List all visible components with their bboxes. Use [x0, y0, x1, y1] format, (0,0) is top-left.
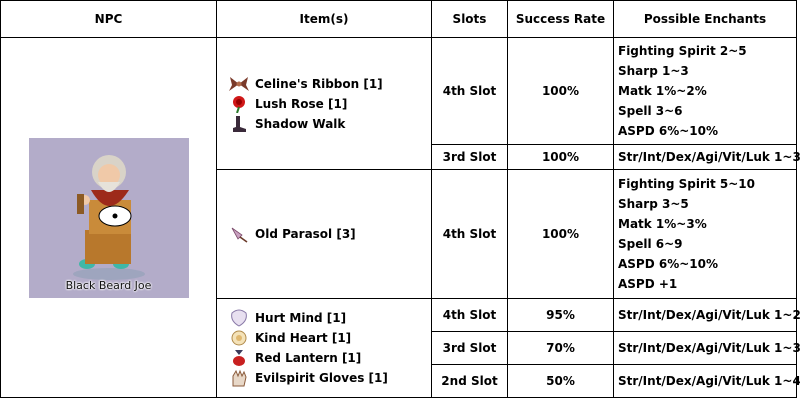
success-rate-cell: 100% — [507, 169, 614, 299]
enchants-cell: Str/Int/Dex/Agi/Vit/Luk 1~3 — [613, 331, 800, 365]
slot-cell: 3rd Slot — [431, 331, 508, 365]
item-name: Old Parasol [3] — [255, 227, 356, 241]
success-rate-cell: 100% — [507, 144, 614, 170]
list-item: Red Lantern [1] — [227, 348, 431, 368]
enchants-cell: Str/Int/Dex/Agi/Vit/Luk 1~2 — [613, 298, 800, 332]
npc-name-label: Black Beard Joe — [65, 278, 152, 292]
enchants-cell: Str/Int/Dex/Agi/Vit/Luk 1~3 — [613, 144, 800, 170]
item-name: Evilspirit Gloves [1] — [255, 371, 388, 385]
success-rate-cell: 100% — [507, 37, 614, 145]
success-rate-cell: 70% — [507, 331, 614, 365]
enchant-option: ASPD +1 — [618, 277, 678, 291]
npc-portrait: Black Beard Joe — [28, 137, 189, 298]
items-cell: Old Parasol [3] — [216, 169, 432, 299]
enchant-option: Fighting Spirit 2~5 — [618, 44, 747, 58]
enchants-cell: Fighting Spirit 2~5 Sharp 1~3 Matk 1%~2%… — [613, 37, 797, 145]
success-rate-cell: 50% — [507, 364, 614, 398]
enchant-option: Str/Int/Dex/Agi/Vit/Luk 1~2 — [618, 308, 800, 322]
header-possible-enchants: Possible Enchants — [613, 0, 797, 38]
hurt-mind-icon — [227, 308, 251, 328]
list-item: Evilspirit Gloves [1] — [227, 368, 431, 388]
header-npc: NPC — [0, 0, 217, 38]
table-row: Black Beard Joe Celine's Ribbon [1] Lush… — [0, 37, 797, 398]
enchants-cell: Fighting Spirit 5~10 Sharp 3~5 Matk 1%~3… — [613, 169, 797, 299]
item-name: Red Lantern [1] — [255, 351, 362, 365]
list-item: Kind Heart [1] — [227, 328, 431, 348]
success-rate-cell: 95% — [507, 298, 614, 332]
items-cell: Celine's Ribbon [1] Lush Rose [1] Shadow… — [216, 37, 432, 170]
list-item: Shadow Walk — [227, 114, 431, 134]
item-name: Hurt Mind [1] — [255, 311, 347, 325]
list-item: Celine's Ribbon [1] — [227, 74, 431, 94]
header-success-rate: Success Rate — [507, 0, 614, 38]
red-lantern-icon — [227, 348, 251, 368]
enchant-option: Str/Int/Dex/Agi/Vit/Luk 1~3 — [618, 150, 800, 164]
enchant-option: Matk 1%~2% — [618, 84, 707, 98]
shadow-walk-icon — [227, 114, 251, 134]
enchants-cell: Str/Int/Dex/Agi/Vit/Luk 1~4 — [613, 364, 800, 398]
items-cell: Hurt Mind [1] Kind Heart [1] Red Lantern… — [216, 298, 432, 398]
npc-cell: Black Beard Joe — [0, 37, 217, 398]
list-item: Lush Rose [1] — [227, 94, 431, 114]
enchant-option: Matk 1%~3% — [618, 217, 707, 231]
rose-icon — [227, 94, 251, 114]
list-item: Hurt Mind [1] — [227, 308, 431, 328]
item-name: Kind Heart [1] — [255, 331, 352, 345]
enchant-table: NPC Item(s) Slots Success Rate Possible … — [0, 0, 800, 398]
enchant-option: Sharp 1~3 — [618, 64, 689, 78]
header-row: NPC Item(s) Slots Success Rate Possible … — [0, 0, 797, 38]
enchant-option: ASPD 6%~10% — [618, 124, 719, 138]
enchant-option: Str/Int/Dex/Agi/Vit/Luk 1~3 — [618, 341, 800, 355]
enchant-option: Spell 3~6 — [618, 104, 683, 118]
slot-cell: 4th Slot — [431, 37, 508, 145]
evilspirit-gloves-icon — [227, 368, 251, 388]
header-items: Item(s) — [216, 0, 432, 38]
slot-cell: 2nd Slot — [431, 364, 508, 398]
slot-cell: 4th Slot — [431, 298, 508, 332]
slot-cell: 4th Slot — [431, 169, 508, 299]
header-slots: Slots — [431, 0, 508, 38]
item-name: Celine's Ribbon [1] — [255, 76, 383, 91]
list-item: Old Parasol [3] — [227, 224, 431, 244]
bearded-old-man-sprite-icon — [72, 154, 145, 280]
enchant-option: Fighting Spirit 5~10 — [618, 177, 755, 191]
enchant-option: Sharp 3~5 — [618, 197, 689, 211]
slot-cell: 3rd Slot — [431, 144, 508, 170]
item-name: Lush Rose [1] — [255, 96, 348, 111]
enchant-option: ASPD 6%~10% — [618, 257, 719, 271]
enchant-option: Spell 6~9 — [618, 237, 683, 251]
item-name: Shadow Walk — [255, 116, 346, 131]
parasol-icon — [227, 224, 251, 244]
enchant-option: Str/Int/Dex/Agi/Vit/Luk 1~4 — [618, 374, 800, 388]
ribbon-icon — [227, 74, 251, 94]
kind-heart-icon — [227, 328, 251, 348]
